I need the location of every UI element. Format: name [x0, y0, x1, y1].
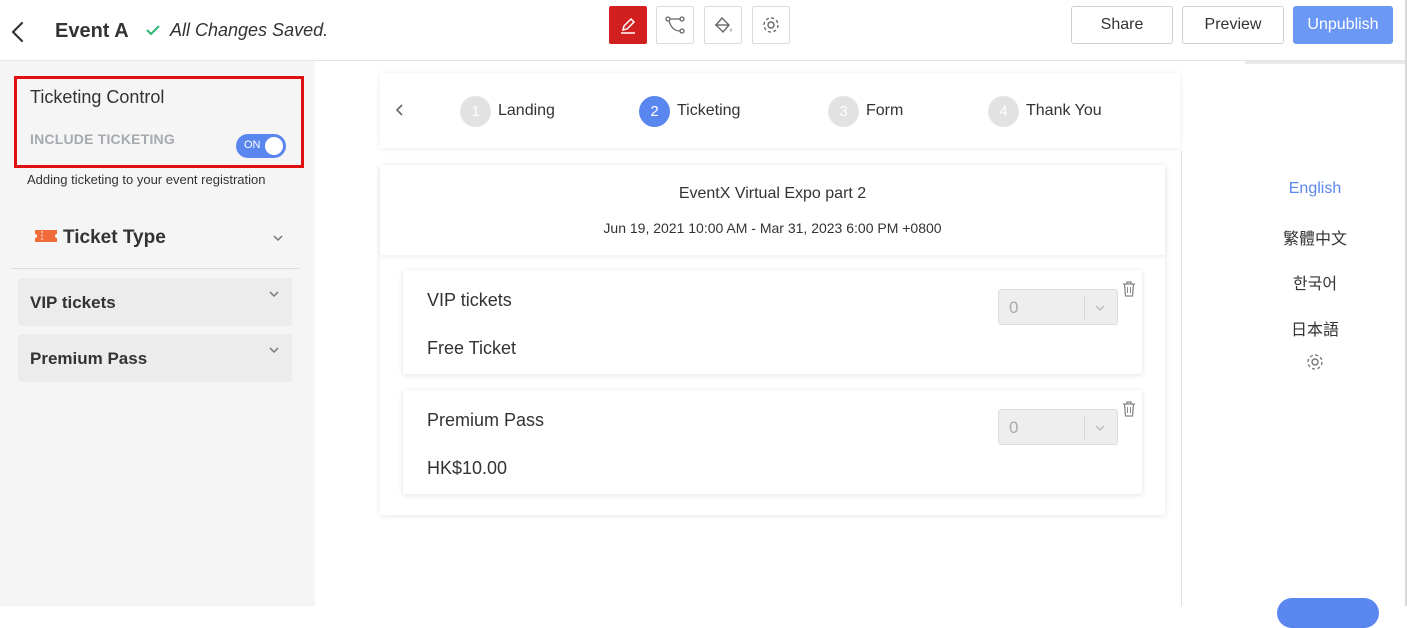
language-japanese[interactable]: 日本語: [1230, 316, 1400, 340]
ticket-card-premium[interactable]: Premium Pass HK$10.00 0: [403, 390, 1142, 494]
step-ticketing[interactable]: 2 Ticketing: [639, 95, 740, 127]
step-label: Form: [866, 102, 904, 119]
chevron-down-icon: [1095, 305, 1105, 311]
steps-bar: 1 Landing 2 Ticketing 3 Form 4 Thank You: [380, 73, 1180, 148]
ticket-name: VIP tickets: [427, 290, 512, 310]
chevron-down-icon: [269, 291, 279, 298]
ticket-type-title: Ticket Type: [63, 227, 166, 248]
trash-icon[interactable]: [1121, 280, 1137, 298]
settings-tool-button[interactable]: [752, 6, 790, 44]
flow-icon: [665, 16, 685, 34]
event-header: EventX Virtual Expo part 2 Jun 19, 2021 …: [380, 165, 1165, 255]
step-thank-you[interactable]: 4 Thank You: [988, 95, 1102, 127]
back-arrow-icon[interactable]: [8, 20, 28, 44]
ticket-price: Free Ticket: [427, 338, 517, 358]
language-settings-gear-icon[interactable]: [1305, 352, 1325, 372]
chevron-left-icon[interactable]: [394, 103, 404, 117]
ticketing-hint: Adding ticketing to your event registrat…: [27, 172, 266, 187]
event-date-range: Jun 19, 2021 10:00 AM - Mar 31, 2023 6:0…: [603, 220, 942, 236]
step-label: Landing: [498, 102, 555, 119]
gear-icon: [763, 17, 779, 33]
include-ticketing-label: INCLUDE TICKETING: [30, 131, 175, 147]
event-title: Event A: [55, 20, 129, 42]
chevron-down-icon: [1095, 425, 1105, 431]
event-name: EventX Virtual Expo part 2: [678, 185, 867, 202]
step-landing[interactable]: 1 Landing: [460, 95, 555, 127]
language-english[interactable]: English: [1230, 180, 1400, 198]
toggle-state-label: ON: [244, 139, 261, 151]
chevron-down-icon: [269, 347, 279, 354]
preview-button[interactable]: Preview: [1182, 6, 1284, 44]
paint-bucket-icon: [715, 16, 732, 34]
ticket-card-vip[interactable]: VIP tickets Free Ticket 0: [403, 270, 1142, 374]
language-traditional-chinese[interactable]: 繁體中文: [1230, 225, 1400, 249]
sidebar-ticket-label: Premium Pass: [30, 349, 148, 368]
step-form[interactable]: 3 Form: [828, 95, 903, 127]
floating-action-button[interactable]: [1277, 598, 1379, 628]
quantity-value: 0: [1009, 418, 1019, 437]
unpublish-button[interactable]: Unpublish: [1293, 6, 1393, 44]
include-ticketing-toggle[interactable]: ON: [236, 134, 286, 158]
sidebar-ticket-label: VIP tickets: [30, 293, 116, 312]
check-icon: [146, 25, 160, 36]
flow-tool-button[interactable]: [656, 6, 694, 44]
ticket-price: HK$10.00: [427, 458, 508, 478]
ticket-name: Premium Pass: [427, 410, 545, 430]
save-status: All Changes Saved.: [170, 20, 329, 40]
quantity-select[interactable]: 0: [998, 409, 1118, 445]
step-number: 3: [828, 95, 859, 127]
top-bar: Event A All Changes Saved. Share Preview: [0, 0, 1407, 61]
sidebar-ticket-premium[interactable]: Premium Pass: [18, 334, 292, 382]
ticket-icon: [35, 230, 57, 242]
trash-icon[interactable]: [1121, 400, 1137, 418]
language-korean[interactable]: 한국어: [1230, 270, 1400, 294]
language-panel-top: [1245, 61, 1407, 64]
share-button[interactable]: Share: [1071, 6, 1173, 44]
step-number: 4: [988, 95, 1019, 127]
chevron-down-icon: [273, 235, 283, 242]
select-divider: [1084, 416, 1085, 440]
step-label: Ticketing: [677, 102, 741, 119]
select-divider: [1084, 296, 1085, 320]
style-tool-button[interactable]: [704, 6, 742, 44]
ticket-preview-card: EventX Virtual Expo part 2 Jun 19, 2021 …: [380, 165, 1165, 515]
edit-tool-button[interactable]: [609, 6, 647, 44]
quantity-select[interactable]: 0: [998, 289, 1118, 325]
sidebar-ticket-vip[interactable]: VIP tickets: [18, 278, 292, 326]
ticketing-control-title: Ticketing Control: [30, 87, 165, 107]
ticketing-control-box: Ticketing Control INCLUDE TICKETING ON: [14, 76, 304, 168]
panel-divider: [1181, 150, 1182, 606]
quantity-value: 0: [1009, 298, 1019, 317]
step-number: 2: [639, 95, 670, 127]
toggle-knob: [265, 137, 283, 155]
left-panel: Ticketing Control INCLUDE TICKETING ON A…: [0, 61, 315, 606]
ticket-type-header[interactable]: Ticket Type: [11, 211, 299, 269]
step-number: 1: [460, 95, 491, 127]
pencil-icon: [621, 17, 636, 34]
step-label: Thank You: [1026, 102, 1102, 119]
